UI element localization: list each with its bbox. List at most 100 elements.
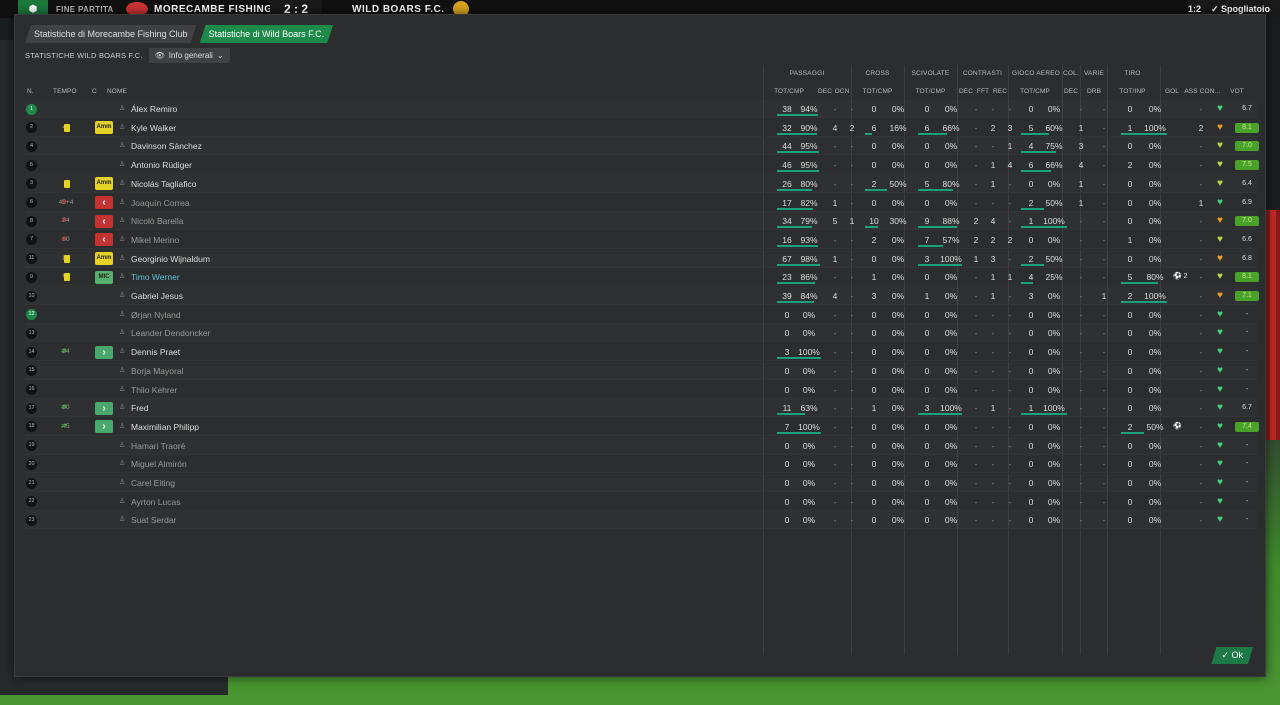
passes-dec: - [833,440,837,451]
passes-dec: - [833,421,837,432]
ok-button[interactable]: ✓ Ok [1211,647,1253,664]
header-pass-ocn[interactable]: OCN [833,88,851,95]
header-scivolate[interactable]: SCIVOLATE [908,70,953,77]
header-pass-tot[interactable]: TOT/CMP [767,88,811,95]
player-row[interactable]: 248Amm♙Kyle Walker3290%42616%666%-23560%… [25,119,1259,137]
header-passaggi[interactable]: PASSAGGI [767,70,847,77]
rating: - [1245,310,1249,318]
player-name[interactable]: Carel Eiting [131,474,175,492]
player-name[interactable]: Nicolás Tagliafico [131,175,197,193]
header-con[interactable]: CON... [1199,88,1221,95]
player-name[interactable]: Hamari Traoré [131,437,185,455]
header-con-dec[interactable]: DEC [957,88,975,95]
player-row[interactable]: 19 ♙ Hamari Traoré 0 0% - - 0 0% 0 0% - - - 0 0% - - 0 0% - ♥… [25,437,1257,455]
player-name[interactable]: Timo Werner [131,268,180,286]
player-row[interactable]: 15 ♙ Borja Mayoral 0 0% - - 0 0% 0 0% - - - 0 0% - - 0 0% - ♥… [25,362,1257,380]
passes-dec: - [833,459,837,470]
cross-pct: 0% [891,515,905,526]
player-row[interactable]: 18 45 ⇄ › ♙ Maximilian Philipp 7 100% - -0 0% 0 0% - -… [25,418,1259,436]
player-row[interactable]: 36Amm♙Nicolás Tagliafico2680%--250%580%-… [25,175,1257,193]
minutes-played [56,362,76,380]
player-row[interactable]: 960MIC♙Timo Werner2386%--10%00%-11425%--… [25,268,1259,287]
header-tiro[interactable]: TIRO [1110,70,1155,77]
player-name[interactable]: Álex Remiro [131,100,177,118]
header-varie[interactable]: VARIE [1081,70,1107,77]
header-cross[interactable]: CROSS [855,70,900,77]
tackles-total: 0 [924,459,930,470]
player-name[interactable]: Fred [131,399,148,417]
header-con-rec[interactable]: REC [991,88,1009,95]
player-name[interactable]: Nicolò Barella [131,212,183,230]
player-name[interactable]: Leander Dendoncker [131,324,210,342]
player-row[interactable]: 1184Amm♙Georginio Wijnaldum6798%1-00%310… [25,250,1257,268]
header-cross-tot[interactable]: TOT/CMP [855,88,900,95]
player-row[interactable]: 12 ♙ Ørjan Nyland 0 0% - - 0 0% 0 0% - - - 0 0% - - 0 0% - ♥ - [25,306,1257,324]
header-col[interactable]: COL. [1062,70,1080,77]
contests-dec: - [974,421,978,432]
header-drb[interactable]: DRB [1081,88,1107,95]
player-name[interactable]: Thilo Kehrer [131,381,177,399]
header-c[interactable]: C [92,88,97,95]
header-contrasti[interactable]: CONTRASTI [960,70,1005,77]
col-dec: - [1079,291,1083,301]
shots-pct: 0% [1148,104,1162,114]
passes-ocn: - [850,328,854,339]
player-row[interactable]: 5 ♙ Antonio Rüdiger 46 95% - -0 0% 0 0% -1 4 6 66% 4-2… [25,156,1259,175]
header-pass-dec[interactable]: DEC [816,88,834,95]
player-name[interactable]: Mikel Merino [131,231,179,249]
passes-ocn: - [850,515,854,526]
condition-heart-icon: ♥ [1217,383,1223,395]
header-ga-tot[interactable]: TOT/CMP [1011,88,1059,95]
player-name[interactable]: Georginio Wijnaldum [131,250,210,268]
player-row[interactable]: 8 84 ⇄ ‹ ♙ Nicolò Barella 34 79% 5 1 10 30% 9 88% 2 4-1… [25,212,1259,231]
header-tempo[interactable]: TEMPO [53,88,77,95]
header-n[interactable]: N. [27,88,34,95]
header-gioco-aereo[interactable]: GIOCO AEREO [1011,70,1061,77]
dribbles: - [1102,496,1106,507]
player-row[interactable]: 14 84 ⇄ › ♙ Dennis Praet 3 100% - -0 0% 0 0% - - -0 0% - -… [25,343,1257,362]
role-badge: Amm [95,121,113,135]
dressing-room-button[interactable]: ✓ Spogliatoio [1211,4,1270,15]
player-name[interactable]: Antonio Rüdiger [131,156,192,174]
header-ass[interactable]: ASS [1182,88,1200,95]
header-sciv-tot[interactable]: TOT/CMP [908,88,953,95]
passes-total: 0 [784,309,790,320]
header-tiro-tot[interactable]: TOT/INP [1110,88,1155,95]
player-row[interactable]: 6 45+4 ⇄ ‹ ♙ Joaquín Correa 17 82% 1-0 0% 0 0% - - -2 5… [25,194,1257,212]
player-row[interactable]: 21 ♙ Carel Eiting 0 0% - - 0 0% 0 0% - - - 0 0% - - 0 0% - ♥ - [25,474,1257,492]
player-name[interactable]: Maximilian Philipp [131,418,199,436]
cross-total: 0 [871,440,877,451]
player-row[interactable]: 4 ♙ Davinson Sánchez 44 95% - -0 0% 0 0% - -1 4 75% 3-… [25,137,1259,156]
player-name[interactable]: Ørjan Nyland [131,306,181,324]
player-name[interactable]: Ayrton Lucas [131,493,180,511]
col-dec: - [1079,347,1083,358]
shots-pct: 0% [1148,459,1162,470]
header-vot[interactable]: VOT [1225,88,1249,95]
player-row[interactable]: 20 ♙ Miguel Almirón 0 0% - - 0 0% 0 0% - - - 0 0% - - 0 0% -… [25,455,1257,474]
player-name[interactable]: Davinson Sánchez [131,137,202,155]
player-name[interactable]: Joaquín Correa [131,194,190,212]
player-row[interactable]: 10 ♙ Gabriel Jesus 39 84% 4-3 0% 1 0% -1-3 0% -1 2 10… [25,287,1259,305]
aerial-pct-bar [1021,263,1044,266]
player-name[interactable]: Dennis Praet [131,343,180,361]
player-row[interactable]: 22 ♙ Ayrton Lucas 0 0% - - 0 0% 0 0% - - - 0 0% - - 0 0% - ♥ - [25,493,1257,511]
header-col-dec[interactable]: DEC [1062,88,1080,95]
player-name[interactable]: Miguel Almirón [131,455,187,473]
player-row[interactable]: 16 ♙ Thilo Kehrer 0 0% - - 0 0% 0 0% - - - 0 0% - - 0 0% - ♥ - [25,381,1257,399]
player-row[interactable]: 17 60 ⇄ › ♙ Fred 11 63% - -1 0% 3 100% -1-1 100% - -0 0% -… [25,399,1257,418]
header-gol[interactable]: GOL [1162,88,1182,95]
player-name[interactable]: Suat Serdar [131,511,176,529]
tackles-total: 0 [924,478,930,488]
player-name[interactable]: Gabriel Jesus [131,287,183,305]
header-con-fft[interactable]: FFT [974,88,992,95]
player-name[interactable]: Borja Mayoral [131,362,183,380]
shots-pct: 0% [1148,234,1162,245]
player-row[interactable]: 23 ♙ Suat Serdar 0 0% - - 0 0% 0 0% - - - 0 0% - - 0 0% - ♥ - [25,511,1257,530]
player-row[interactable]: 13 ♙ Leander Dendoncker 0 0% - - 0 0% 0 0% - - - 0 0% - -… [25,324,1257,343]
player-row[interactable]: 1 ♙ Álex Remiro 38 94% - -0 0% 0 0% - - -0 0% - -0 0% - ♥ 6… [25,100,1257,118]
sub-out-icon: ⇄ [61,217,67,225]
player-name[interactable]: Kyle Walker [131,119,176,137]
contests-dec: - [974,440,978,451]
header-nome[interactable]: NOME [107,88,127,95]
player-row[interactable]: 7 60 ⇄ ‹ ♙ Mikel Merino 16 93% - -2 0% 7 57% 2 2 2 0 0% - -… [25,231,1257,249]
